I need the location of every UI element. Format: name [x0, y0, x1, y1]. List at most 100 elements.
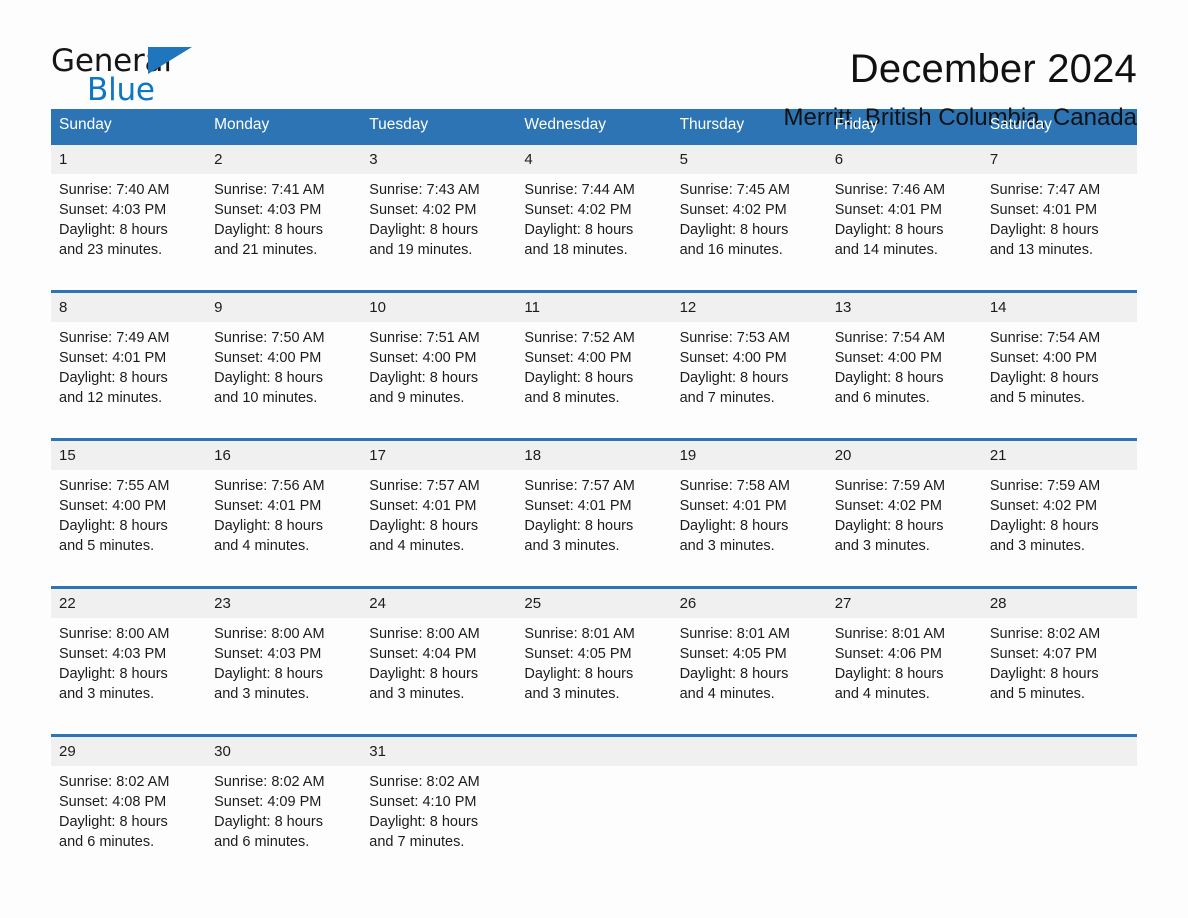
- day-cell-empty: [516, 766, 672, 882]
- day-cell[interactable]: Sunrise: 8:00 AM Sunset: 4:03 PM Daylight:…: [206, 618, 362, 736]
- day-number[interactable]: 5: [671, 142, 827, 174]
- sunset-text: Sunset: 4:05 PM: [679, 646, 787, 662]
- day-cell[interactable]: Sunrise: 8:02 AM Sunset: 4:08 PM Daylight:…: [51, 766, 207, 882]
- daylight-line2-text: and 16 minutes.: [679, 242, 783, 258]
- sunset-text: Sunset: 4:00 PM: [59, 498, 167, 514]
- daylight-line1-text: Daylight: 8 hours: [989, 222, 1099, 238]
- day-cell[interactable]: Sunrise: 8:02 AM Sunset: 4:09 PM Daylight:…: [206, 766, 362, 882]
- day-cell[interactable]: Sunrise: 7:43 AM Sunset: 4:02 PM Daylight:…: [361, 174, 517, 292]
- calendar-body: 1 2 3 4 5 6 7 Sunrise: 7:40 AM Sunset: 4:03 PM Da…: [51, 142, 1137, 882]
- day-cell[interactable]: Sunrise: 7:54 AM Sunset: 4:00 PM Daylight:…: [826, 322, 982, 440]
- day-cell[interactable]: Sunrise: 7:57 AM Sunset: 4:01 PM Daylight:…: [516, 470, 672, 588]
- day-cell[interactable]: Sunrise: 7:41 AM Sunset: 4:03 PM Daylight:…: [206, 174, 362, 292]
- day-number[interactable]: 11: [516, 290, 672, 322]
- day-number[interactable]: 16: [206, 438, 362, 470]
- day-number[interactable]: 24: [361, 586, 517, 618]
- day-number[interactable]: 22: [51, 586, 207, 618]
- day-number[interactable]: 30: [206, 734, 362, 766]
- day-cell[interactable]: Sunrise: 8:01 AM Sunset: 4:05 PM Daylight:…: [671, 618, 827, 736]
- daylight-line1-text: Daylight: 8 hours: [679, 666, 789, 682]
- sunset-text: Sunset: 4:01 PM: [834, 202, 942, 218]
- general-blue-logo[interactable]: General Blue: [51, 44, 201, 107]
- day-number[interactable]: 25: [516, 586, 672, 618]
- day-number[interactable]: 14: [981, 290, 1137, 322]
- day-cell[interactable]: Sunrise: 7:51 AM Sunset: 4:00 PM Daylight:…: [361, 322, 517, 440]
- day-cell[interactable]: Sunrise: 8:00 AM Sunset: 4:04 PM Daylight:…: [361, 618, 517, 736]
- day-number-empty: [981, 734, 1137, 766]
- daylight-line2-text: and 5 minutes.: [989, 686, 1085, 702]
- day-cell[interactable]: Sunrise: 8:01 AM Sunset: 4:06 PM Daylight:…: [826, 618, 982, 736]
- daylight-line1-text: Daylight: 8 hours: [989, 666, 1099, 682]
- day-cell[interactable]: Sunrise: 7:45 AM Sunset: 4:02 PM Daylight:…: [671, 174, 827, 292]
- daylight-line2-text: and 5 minutes.: [989, 390, 1085, 406]
- sunset-text: Sunset: 4:02 PM: [989, 498, 1098, 514]
- sunset-text: Sunset: 4:00 PM: [834, 350, 942, 366]
- daylight-line1-text: Daylight: 8 hours: [834, 666, 944, 682]
- day-number[interactable]: 8: [51, 290, 207, 322]
- sunrise-text: Sunrise: 7:57 AM: [524, 478, 635, 494]
- day-number[interactable]: 4: [516, 142, 672, 174]
- day-cell[interactable]: Sunrise: 7:52 AM Sunset: 4:00 PM Daylight:…: [516, 322, 672, 440]
- day-number[interactable]: 27: [826, 586, 982, 618]
- day-number-empty: [516, 734, 672, 766]
- page-header: General Blue December 2024 Merritt, Brit…: [51, 0, 1137, 131]
- daylight-line2-text: and 6 minutes.: [59, 834, 155, 850]
- daylight-line2-text: and 3 minutes.: [369, 686, 465, 702]
- calendar-week-details: Sunrise: 8:02 AM Sunset: 4:08 PM Daylight:…: [51, 766, 1137, 882]
- day-number[interactable]: 20: [826, 438, 982, 470]
- day-number[interactable]: 7: [981, 142, 1137, 174]
- daylight-line2-text: and 7 minutes.: [369, 834, 465, 850]
- day-cell[interactable]: Sunrise: 7:46 AM Sunset: 4:01 PM Daylight:…: [826, 174, 982, 292]
- daylight-line1-text: Daylight: 8 hours: [214, 370, 323, 386]
- day-cell[interactable]: Sunrise: 7:55 AM Sunset: 4:00 PM Daylight:…: [51, 470, 207, 588]
- daylight-line2-text: and 21 minutes.: [214, 242, 318, 258]
- daylight-line1-text: Daylight: 8 hours: [214, 814, 323, 830]
- day-cell[interactable]: Sunrise: 7:58 AM Sunset: 4:01 PM Daylight:…: [671, 470, 827, 588]
- day-cell[interactable]: Sunrise: 7:57 AM Sunset: 4:01 PM Daylight:…: [361, 470, 517, 588]
- day-cell[interactable]: Sunrise: 8:00 AM Sunset: 4:03 PM Daylight:…: [51, 618, 207, 736]
- day-number[interactable]: 12: [671, 290, 827, 322]
- weekday-header-monday: Monday: [206, 109, 362, 144]
- calendar-week-daynumbers: 8 9 10 11 12 13 14: [51, 290, 1137, 322]
- day-cell[interactable]: Sunrise: 8:02 AM Sunset: 4:10 PM Daylight:…: [361, 766, 517, 882]
- sunrise-text: Sunrise: 7:58 AM: [679, 478, 790, 494]
- day-number[interactable]: 21: [981, 438, 1137, 470]
- day-cell[interactable]: Sunrise: 7:49 AM Sunset: 4:01 PM Daylight:…: [51, 322, 207, 440]
- sunset-text: Sunset: 4:10 PM: [369, 794, 477, 810]
- daylight-line1-text: Daylight: 8 hours: [214, 222, 323, 238]
- sunset-text: Sunset: 4:01 PM: [989, 202, 1098, 218]
- day-number[interactable]: 10: [361, 290, 517, 322]
- daylight-line1-text: Daylight: 8 hours: [59, 666, 168, 682]
- day-number[interactable]: 6: [826, 142, 982, 174]
- day-cell[interactable]: Sunrise: 7:40 AM Sunset: 4:03 PM Daylight:…: [51, 174, 207, 292]
- day-cell[interactable]: Sunrise: 7:59 AM Sunset: 4:02 PM Daylight:…: [981, 470, 1137, 588]
- day-number[interactable]: 31: [361, 734, 517, 766]
- day-cell[interactable]: Sunrise: 7:44 AM Sunset: 4:02 PM Daylight:…: [516, 174, 672, 292]
- day-number[interactable]: 17: [361, 438, 517, 470]
- day-number[interactable]: 9: [206, 290, 362, 322]
- day-number[interactable]: 15: [51, 438, 207, 470]
- day-number[interactable]: 1: [51, 142, 207, 174]
- sunrise-text: Sunrise: 8:02 AM: [214, 774, 325, 790]
- day-cell[interactable]: Sunrise: 7:47 AM Sunset: 4:01 PM Daylight:…: [981, 174, 1137, 292]
- sunrise-text: Sunrise: 7:46 AM: [834, 182, 946, 198]
- day-number[interactable]: 29: [51, 734, 207, 766]
- day-cell[interactable]: Sunrise: 7:54 AM Sunset: 4:00 PM Daylight:…: [981, 322, 1137, 440]
- day-number[interactable]: 13: [826, 290, 982, 322]
- day-number[interactable]: 2: [206, 142, 362, 174]
- day-number[interactable]: 19: [671, 438, 827, 470]
- daylight-line1-text: Daylight: 8 hours: [369, 814, 479, 830]
- day-cell[interactable]: Sunrise: 7:59 AM Sunset: 4:02 PM Daylight:…: [826, 470, 982, 588]
- day-number[interactable]: 23: [206, 586, 362, 618]
- daylight-line2-text: and 7 minutes.: [679, 390, 775, 406]
- day-number[interactable]: 3: [361, 142, 517, 174]
- day-number[interactable]: 18: [516, 438, 672, 470]
- day-cell[interactable]: Sunrise: 8:01 AM Sunset: 4:05 PM Daylight:…: [516, 618, 672, 736]
- day-cell[interactable]: Sunrise: 7:50 AM Sunset: 4:00 PM Daylight:…: [206, 322, 362, 440]
- sunset-text: Sunset: 4:03 PM: [59, 202, 167, 218]
- day-cell[interactable]: Sunrise: 7:53 AM Sunset: 4:00 PM Daylight:…: [671, 322, 827, 440]
- day-cell[interactable]: Sunrise: 8:02 AM Sunset: 4:07 PM Daylight:…: [981, 618, 1137, 736]
- day-number[interactable]: 26: [671, 586, 827, 618]
- day-number[interactable]: 28: [981, 586, 1137, 618]
- day-cell[interactable]: Sunrise: 7:56 AM Sunset: 4:01 PM Daylight:…: [206, 470, 362, 588]
